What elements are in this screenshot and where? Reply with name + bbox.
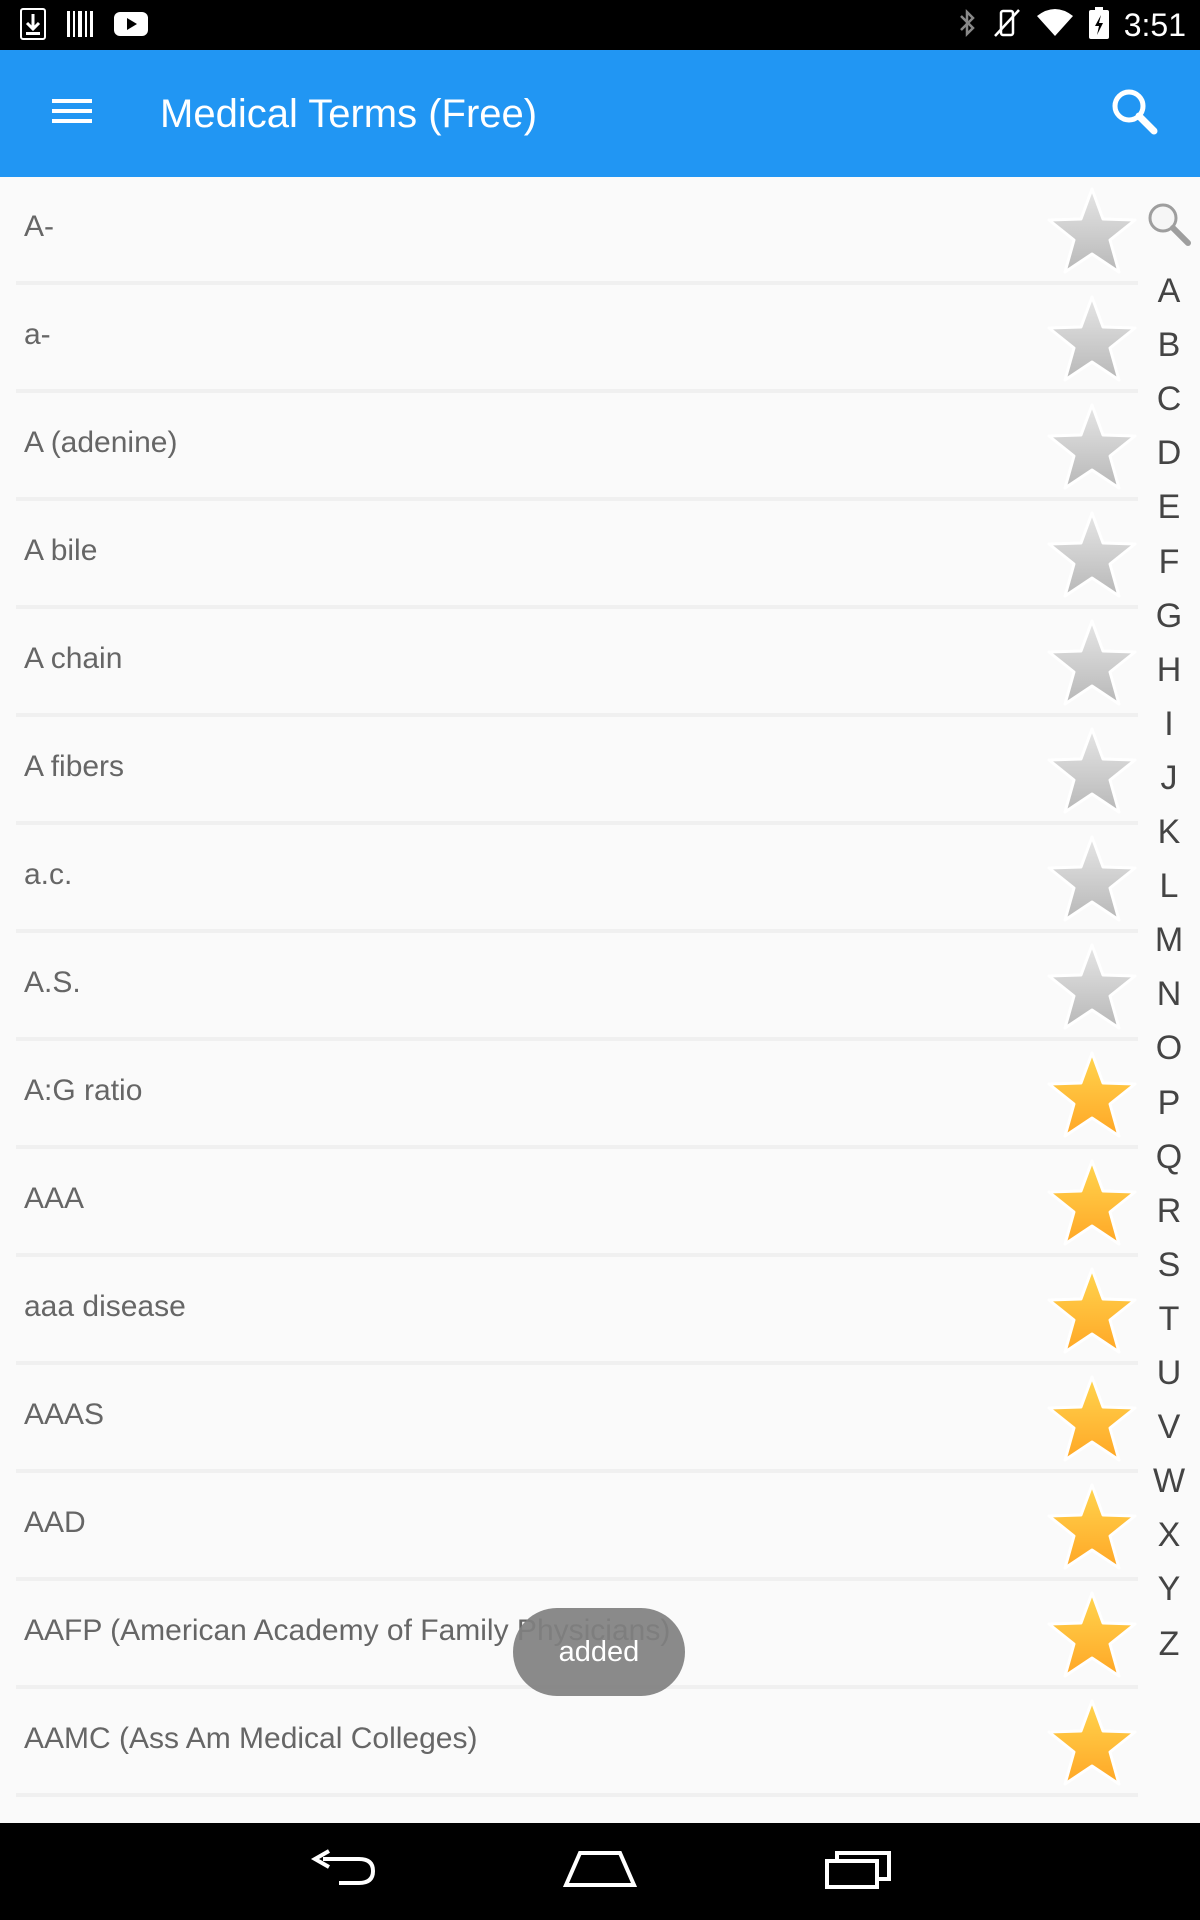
term-label: a.c. (24, 858, 73, 891)
favorite-star-filled-icon[interactable] (1046, 1049, 1138, 1141)
term-label: A fibers (24, 750, 125, 783)
index-search-icon[interactable] (1146, 201, 1192, 247)
term-row[interactable]: AAD (0, 1473, 1138, 1581)
favorite-star-filled-icon[interactable] (1046, 1481, 1138, 1573)
index-letter[interactable]: I (1138, 704, 1200, 744)
term-row[interactable]: A bile (0, 501, 1138, 609)
favorite-star-empty-icon[interactable] (1046, 617, 1138, 709)
bluetooth-icon (956, 7, 978, 43)
row-divider (16, 1793, 1138, 1797)
term-label: AAD (24, 1506, 86, 1539)
term-label: AAAS (24, 1398, 105, 1431)
term-label: A bile (24, 534, 98, 567)
navigation-bar (0, 1823, 1200, 1920)
youtube-icon (114, 11, 148, 41)
app-bar: Medical Terms (Free) (0, 50, 1200, 177)
index-letter[interactable]: H (1138, 650, 1200, 690)
index-letter[interactable]: A (1138, 271, 1200, 311)
index-letter[interactable]: P (1138, 1083, 1200, 1123)
search-icon (1109, 86, 1159, 140)
term-row[interactable]: A:G ratio (0, 1041, 1138, 1149)
term-label: A- (24, 210, 54, 243)
index-letter[interactable]: L (1138, 866, 1200, 906)
index-letter[interactable]: D (1138, 433, 1200, 473)
term-label: a- (24, 318, 51, 351)
index-letter[interactable]: Q (1138, 1137, 1200, 1177)
status-time: 3:51 (1123, 7, 1186, 43)
vibrate-off-icon (992, 7, 1022, 43)
index-letter[interactable]: W (1138, 1461, 1200, 1501)
battery-charging-icon (1088, 6, 1110, 44)
index-letter[interactable]: R (1138, 1191, 1200, 1231)
favorite-star-empty-icon[interactable] (1046, 185, 1138, 277)
favorite-star-empty-icon[interactable] (1046, 833, 1138, 925)
term-label: A (adenine) (24, 426, 178, 459)
wifi-icon (1036, 8, 1074, 42)
home-icon (562, 1849, 638, 1893)
index-letter[interactable]: K (1138, 812, 1200, 852)
term-row[interactable]: a- (0, 285, 1138, 393)
term-row[interactable]: A.S. (0, 933, 1138, 1041)
index-letter[interactable]: U (1138, 1353, 1200, 1393)
index-letter[interactable]: E (1138, 487, 1200, 527)
term-row[interactable]: A (adenine) (0, 393, 1138, 501)
favorite-star-filled-icon[interactable] (1046, 1265, 1138, 1357)
favorite-star-empty-icon[interactable] (1046, 509, 1138, 601)
menu-button[interactable] (30, 78, 114, 148)
back-button[interactable] (299, 1841, 389, 1901)
favorite-star-empty-icon[interactable] (1046, 941, 1138, 1033)
term-label: aaa disease (24, 1290, 186, 1323)
term-row[interactable]: AAA (0, 1149, 1138, 1257)
index-letter[interactable]: X (1138, 1515, 1200, 1555)
term-label: A:G ratio (24, 1074, 143, 1107)
index-letter[interactable]: S (1138, 1245, 1200, 1285)
index-letter[interactable]: G (1138, 596, 1200, 636)
term-row[interactable]: AAMC (Ass Am Medical Colleges) (0, 1689, 1138, 1797)
index-letter[interactable]: C (1138, 379, 1200, 419)
favorite-star-filled-icon[interactable] (1046, 1589, 1138, 1681)
index-letter[interactable]: J (1138, 758, 1200, 798)
recent-apps-icon (823, 1849, 893, 1893)
term-row[interactable]: AAAS (0, 1365, 1138, 1473)
alphabet-index[interactable]: ABCDEFGHIJKLMNOPQRSTUVWXYZ (1138, 177, 1200, 1663)
favorite-star-filled-icon[interactable] (1046, 1373, 1138, 1465)
index-letter[interactable]: B (1138, 325, 1200, 365)
favorite-star-empty-icon[interactable] (1046, 401, 1138, 493)
index-letter[interactable]: V (1138, 1407, 1200, 1447)
term-label: AAMC (Ass Am Medical Colleges) (24, 1722, 478, 1755)
barcode-icon (66, 9, 94, 43)
back-icon (309, 1849, 379, 1893)
term-list[interactable]: A-a- A (adenine) A bile A chain A fibers a.c.… (0, 177, 1138, 1823)
status-bar: 3:51 (0, 0, 1200, 50)
term-row[interactable]: A- (0, 177, 1138, 285)
term-label: AAA (24, 1182, 85, 1215)
term-row[interactable]: a.c. (0, 825, 1138, 933)
term-label: A.S. (24, 966, 81, 999)
term-row[interactable]: A chain (0, 609, 1138, 717)
download-icon (20, 8, 46, 44)
index-letter[interactable]: T (1138, 1299, 1200, 1339)
favorite-star-empty-icon[interactable] (1046, 725, 1138, 817)
index-letter[interactable]: F (1138, 542, 1200, 582)
recent-apps-button[interactable] (813, 1841, 903, 1901)
favorite-star-empty-icon[interactable] (1046, 293, 1138, 385)
index-letter[interactable]: Z (1138, 1624, 1200, 1664)
hamburger-menu-icon (52, 96, 92, 130)
index-letter[interactable]: N (1138, 974, 1200, 1014)
toast-message: added (513, 1608, 685, 1696)
index-letter[interactable]: Y (1138, 1569, 1200, 1609)
favorite-star-filled-icon[interactable] (1046, 1157, 1138, 1249)
term-row[interactable]: A fibers (0, 717, 1138, 825)
index-letter[interactable]: M (1138, 920, 1200, 960)
app-title: Medical Terms (Free) (160, 92, 538, 136)
favorite-star-filled-icon[interactable] (1046, 1697, 1138, 1789)
home-button[interactable] (555, 1841, 645, 1901)
index-letter[interactable]: O (1138, 1028, 1200, 1068)
search-button[interactable] (1086, 78, 1182, 148)
term-label: A chain (24, 642, 123, 675)
term-row[interactable]: aaa disease (0, 1257, 1138, 1365)
